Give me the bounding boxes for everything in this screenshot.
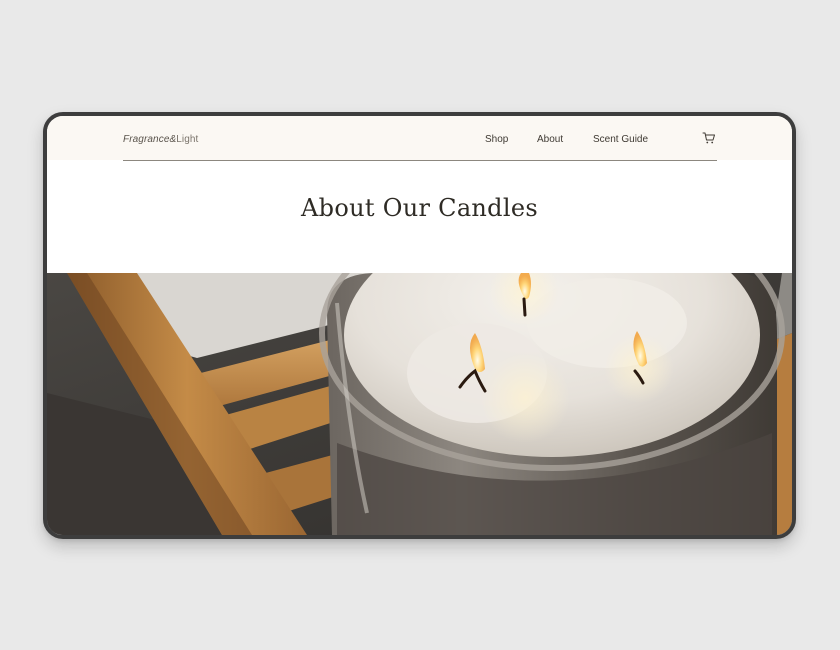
brand-name-part2: Light [176, 134, 199, 145]
brand-logo[interactable]: Fragrance&Light [123, 134, 198, 145]
site-header: Fragrance&Light Shop About Scent Guide [47, 116, 792, 160]
shopping-cart-icon[interactable] [702, 131, 716, 145]
nav-shop-link[interactable]: Shop [485, 134, 508, 145]
brand-name-part1: Fragrance& [123, 134, 177, 145]
browser-frame: Fragrance&Light Shop About Scent Guide A… [43, 112, 796, 539]
candle-photo [47, 273, 792, 535]
header-divider [123, 160, 717, 161]
page-title: About Our Candles [301, 194, 538, 222]
nav-about-link[interactable]: About [537, 134, 563, 145]
nav-scent-guide-link[interactable]: Scent Guide [593, 134, 648, 145]
